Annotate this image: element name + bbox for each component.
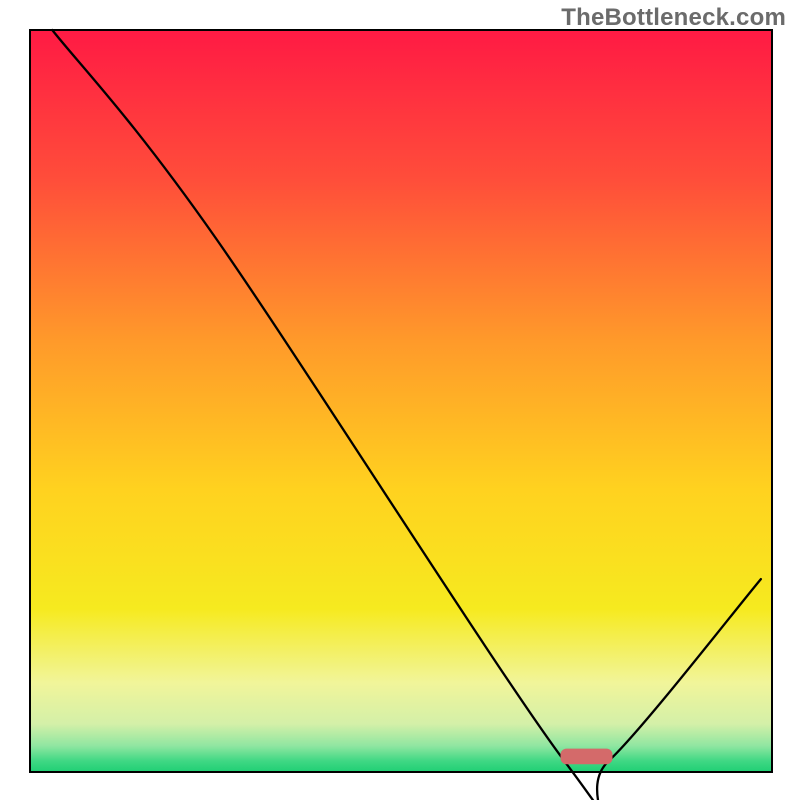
watermark-text: TheBottleneck.com: [561, 4, 786, 32]
bottleneck-chart: [0, 0, 800, 800]
plot-area: [30, 30, 772, 800]
plot-background: [30, 30, 772, 772]
optimal-marker: [561, 749, 613, 765]
chart-container: { "watermark": "TheBottleneck.com", "cha…: [0, 0, 800, 800]
